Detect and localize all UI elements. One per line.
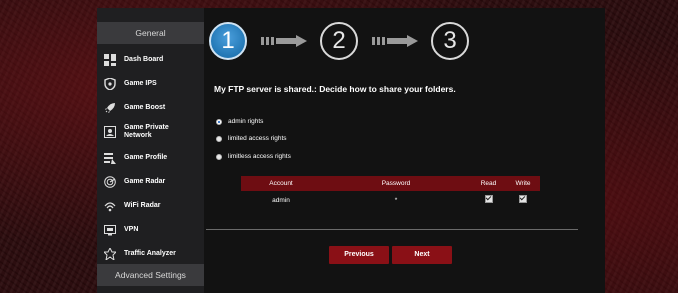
page-instruction: My FTP server is shared.: Decide how to … <box>214 84 456 94</box>
arrow-right-icon <box>372 35 418 47</box>
radio-button[interactable] <box>216 118 222 125</box>
profile-icon <box>103 151 117 165</box>
sidebar-item-game-boost[interactable]: Game Boost <box>97 97 204 119</box>
divider <box>206 229 578 230</box>
radio-limited-access-rights[interactable]: limited access rights <box>216 135 287 142</box>
wizard-step-1: 1 <box>209 22 247 60</box>
radio-label: limitless access rights <box>228 153 291 160</box>
sidebar-item-label: Game Radar <box>124 178 166 185</box>
shield-icon <box>103 77 117 91</box>
sidebar-item-label: Dash Board <box>124 56 164 63</box>
radar-icon <box>103 175 117 189</box>
radio-button[interactable] <box>216 153 222 160</box>
wizard-step-3: 3 <box>431 22 469 60</box>
column-header-password: Password <box>321 176 471 191</box>
radio-limitless-access-rights[interactable]: limitless access rights <box>216 153 291 160</box>
sidebar-item-game-private-network[interactable]: Game Private Network <box>97 119 204 145</box>
wifi-radar-icon <box>103 199 117 213</box>
sidebar-item-label: Game Profile <box>124 154 168 161</box>
network-icon <box>103 125 117 139</box>
read-checkbox[interactable] <box>484 195 493 203</box>
radio-label: admin rights <box>228 118 264 125</box>
sidebar-item-vpn[interactable]: VPN <box>97 219 204 241</box>
sidebar-item-label: VPN <box>124 226 139 233</box>
table-row: admin * <box>241 191 540 209</box>
next-button[interactable]: Next <box>392 246 452 264</box>
sidebar-item-label: WiFi Radar <box>124 202 161 209</box>
account-table: Account Password Read Write admin * <box>241 176 540 209</box>
dashboard-icon <box>103 53 117 67</box>
radio-admin-rights[interactable]: admin rights <box>216 118 263 125</box>
column-header-account: Account <box>241 176 321 191</box>
write-cell <box>506 191 540 209</box>
rocket-icon <box>103 101 117 115</box>
sidebar-item-game-radar[interactable]: Game Radar <box>97 171 204 193</box>
table-header-row: Account Password Read Write <box>241 176 540 191</box>
sidebar-item-game-profile[interactable]: Game Profile <box>97 147 204 169</box>
sidebar-item-label: Traffic Analyzer <box>124 250 176 257</box>
sidebar: General Dash Board Game IPS Game Boost G… <box>97 8 204 293</box>
advanced-settings-header[interactable]: Advanced Settings <box>97 264 204 286</box>
sidebar-item-dash-board[interactable]: Dash Board <box>97 49 204 71</box>
read-cell <box>471 191 506 209</box>
general-section-header: General <box>97 22 204 44</box>
radio-label: limited access rights <box>228 135 287 142</box>
arrow-right-icon <box>261 35 307 47</box>
sidebar-item-label: Game Private Network <box>124 124 169 139</box>
column-header-write: Write <box>506 176 540 191</box>
sidebar-item-traffic-analyzer[interactable]: Traffic Analyzer <box>97 243 204 265</box>
traffic-analyzer-icon <box>103 247 117 261</box>
sidebar-item-game-ips[interactable]: Game IPS <box>97 73 204 95</box>
sidebar-item-label: Game IPS <box>124 80 157 87</box>
sidebar-item-wifi-radar[interactable]: WiFi Radar <box>97 195 204 217</box>
account-cell: admin <box>272 196 290 204</box>
write-checkbox[interactable] <box>519 195 527 203</box>
main-panel: 1 2 3 My FTP server is shared.: Decide h… <box>204 8 605 293</box>
wizard-step-2: 2 <box>320 22 358 60</box>
sidebar-item-label: Game Boost <box>124 104 166 111</box>
column-header-read: Read <box>471 176 506 191</box>
password-cell: * <box>394 196 398 204</box>
radio-button[interactable] <box>216 135 222 142</box>
previous-button[interactable]: Previous <box>329 246 389 264</box>
vpn-icon <box>103 223 117 237</box>
